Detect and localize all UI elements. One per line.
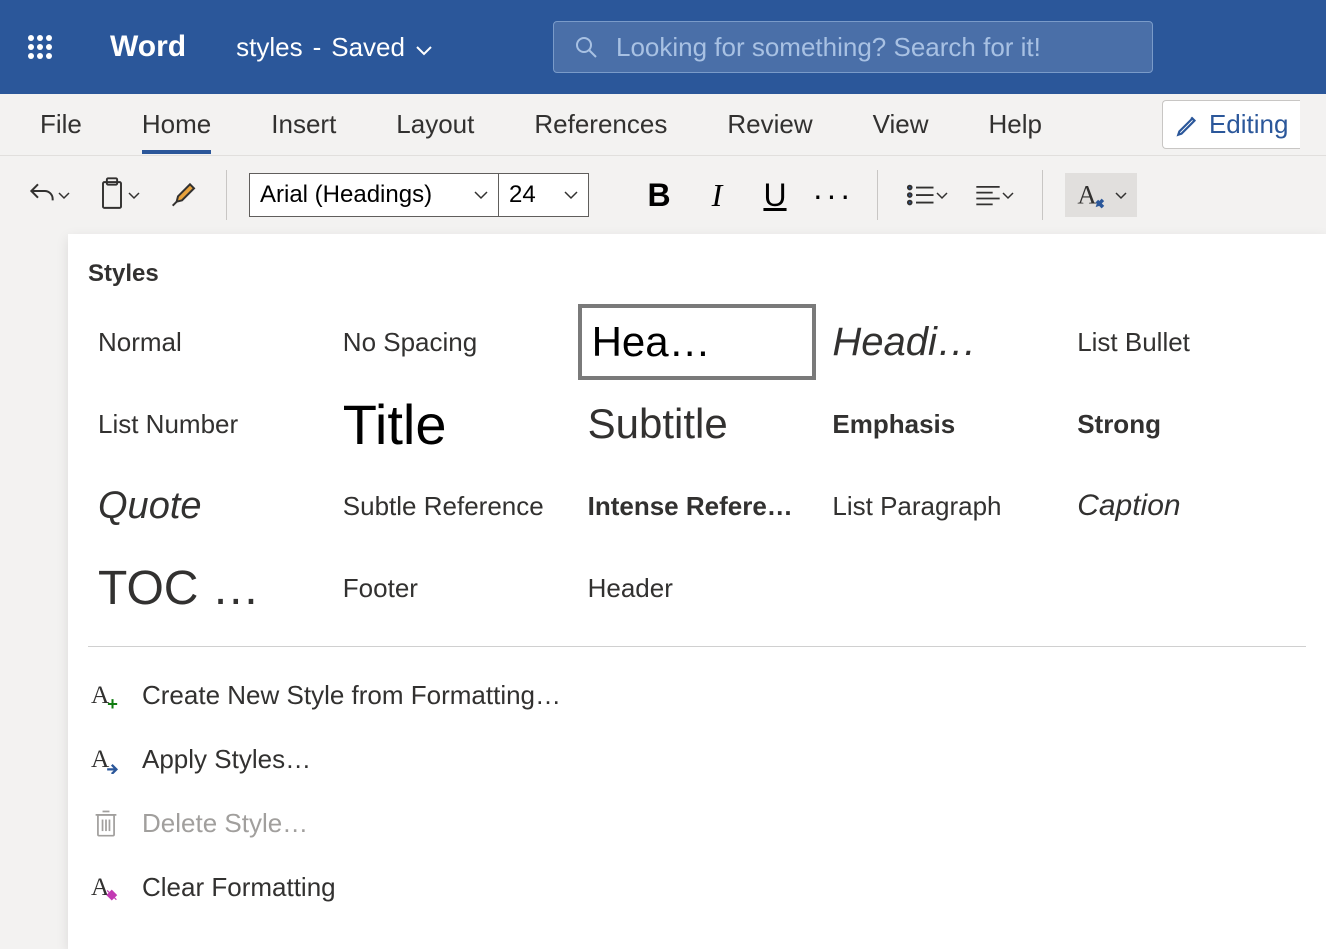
font-name-value: Arial (Headings) [260,181,432,209]
pencil-icon [1175,112,1201,138]
italic-button[interactable]: I [695,177,739,214]
styles-panel: Styles NormalNo SpacingHea…Headi…List Bu… [68,234,1326,949]
format-painter-button[interactable] [160,173,204,217]
search-icon [574,35,598,59]
style-option[interactable]: Subtle Reference [333,468,572,544]
underline-button[interactable]: U [753,177,797,214]
tab-review[interactable]: Review [727,99,812,150]
document-name: styles [236,32,302,63]
ribbon-tabs: File Home Insert Layout References Revie… [0,94,1326,156]
tab-layout[interactable]: Layout [396,99,474,150]
separator [1042,170,1043,220]
chevron-down-icon [1115,187,1127,203]
editing-label: Editing [1209,109,1289,140]
search-input[interactable]: Looking for something? Search for it! [553,21,1153,73]
chevron-down-icon [564,190,578,200]
styles-panel-header: Styles [88,254,1306,304]
svg-text:A: A [91,873,110,901]
style-option[interactable]: Intense Refere… [578,468,817,544]
app-launcher-button[interactable] [20,27,60,67]
style-option[interactable]: List Paragraph [822,468,1061,544]
bullets-button[interactable] [900,173,954,217]
separator [877,170,878,220]
style-option[interactable]: Headi… [822,304,1061,380]
tab-references[interactable]: References [534,99,667,150]
style-option[interactable]: List Number [88,386,327,462]
style-option[interactable]: Caption [1067,468,1306,544]
chevron-down-icon [474,190,488,200]
tab-insert[interactable]: Insert [271,99,336,150]
styles-action[interactable]: A Clear Formatting [88,855,1306,919]
styles-button[interactable]: A [1065,173,1137,217]
styles-action: Delete Style… [88,791,1306,855]
style-option[interactable]: Hea… [578,304,817,380]
list-bullet-icon [906,182,936,208]
chevron-down-icon [58,187,70,203]
chevron-down-icon [936,187,948,203]
paste-button[interactable] [90,173,146,217]
align-icon [974,183,1002,207]
style-option[interactable]: Title [333,386,572,462]
tab-file[interactable]: File [40,99,82,150]
font-name-dropdown[interactable]: Arial (Headings) [249,173,499,217]
ribbon-toolbar: Arial (Headings) 24 B I U ··· A [0,156,1326,234]
clear-icon: A [88,869,124,905]
chevron-down-icon [128,187,140,203]
style-option[interactable]: Header [578,550,817,626]
action-label: Clear Formatting [142,872,336,903]
chevron-down-icon [415,32,433,63]
save-status: Saved [331,32,405,63]
style-option[interactable]: Strong [1067,386,1306,462]
chevron-down-icon [1002,187,1014,203]
style-option[interactable]: No Spacing [333,304,572,380]
clipboard-icon [96,177,128,213]
tab-home[interactable]: Home [142,99,211,150]
more-formatting-button[interactable]: ··· [811,177,855,214]
paintbrush-icon [166,179,198,211]
action-label: Apply Styles… [142,744,311,775]
styles-gallery: NormalNo SpacingHea…Headi…List Bullet Lis… [88,304,1306,647]
svg-text:A: A [91,745,110,773]
alignment-button[interactable] [968,173,1020,217]
style-option[interactable]: Subtitle [578,386,817,462]
style-option[interactable]: Footer [333,550,572,626]
app-name: Word [110,30,186,64]
tab-help[interactable]: Help [988,99,1041,150]
undo-icon [26,179,58,211]
bold-button[interactable]: B [637,177,681,214]
editing-mode-button[interactable]: Editing [1162,100,1301,149]
search-placeholder: Looking for something? Search for it! [616,32,1041,63]
styles-action[interactable]: A+ Create New Style from Formatting… [88,663,1306,727]
separator [226,170,227,220]
apply-icon: A [88,741,124,777]
title-bar: Word styles - Saved Looking for somethin… [0,0,1326,94]
delete-icon [88,805,124,841]
style-option[interactable]: List Bullet [1067,304,1306,380]
styles-action[interactable]: A Apply Styles… [88,727,1306,791]
style-option[interactable]: Emphasis [822,386,1061,462]
styles-actions: A+Create New Style from Formatting…AAppl… [88,647,1306,919]
action-label: Delete Style… [142,808,308,839]
svg-text:+: + [107,693,118,710]
new-icon: A+ [88,677,124,713]
undo-button[interactable] [20,173,76,217]
styles-icon: A [1075,179,1109,211]
font-size-value: 24 [509,181,536,209]
style-option[interactable]: Normal [88,304,327,380]
style-option[interactable]: Quote [88,468,327,544]
tab-view[interactable]: View [873,99,929,150]
font-size-dropdown[interactable]: 24 [499,173,589,217]
document-title-dropdown[interactable]: styles - Saved [236,32,433,63]
action-label: Create New Style from Formatting… [142,680,561,711]
svg-text:A: A [1077,180,1097,210]
style-option[interactable]: TOC … [88,550,327,626]
